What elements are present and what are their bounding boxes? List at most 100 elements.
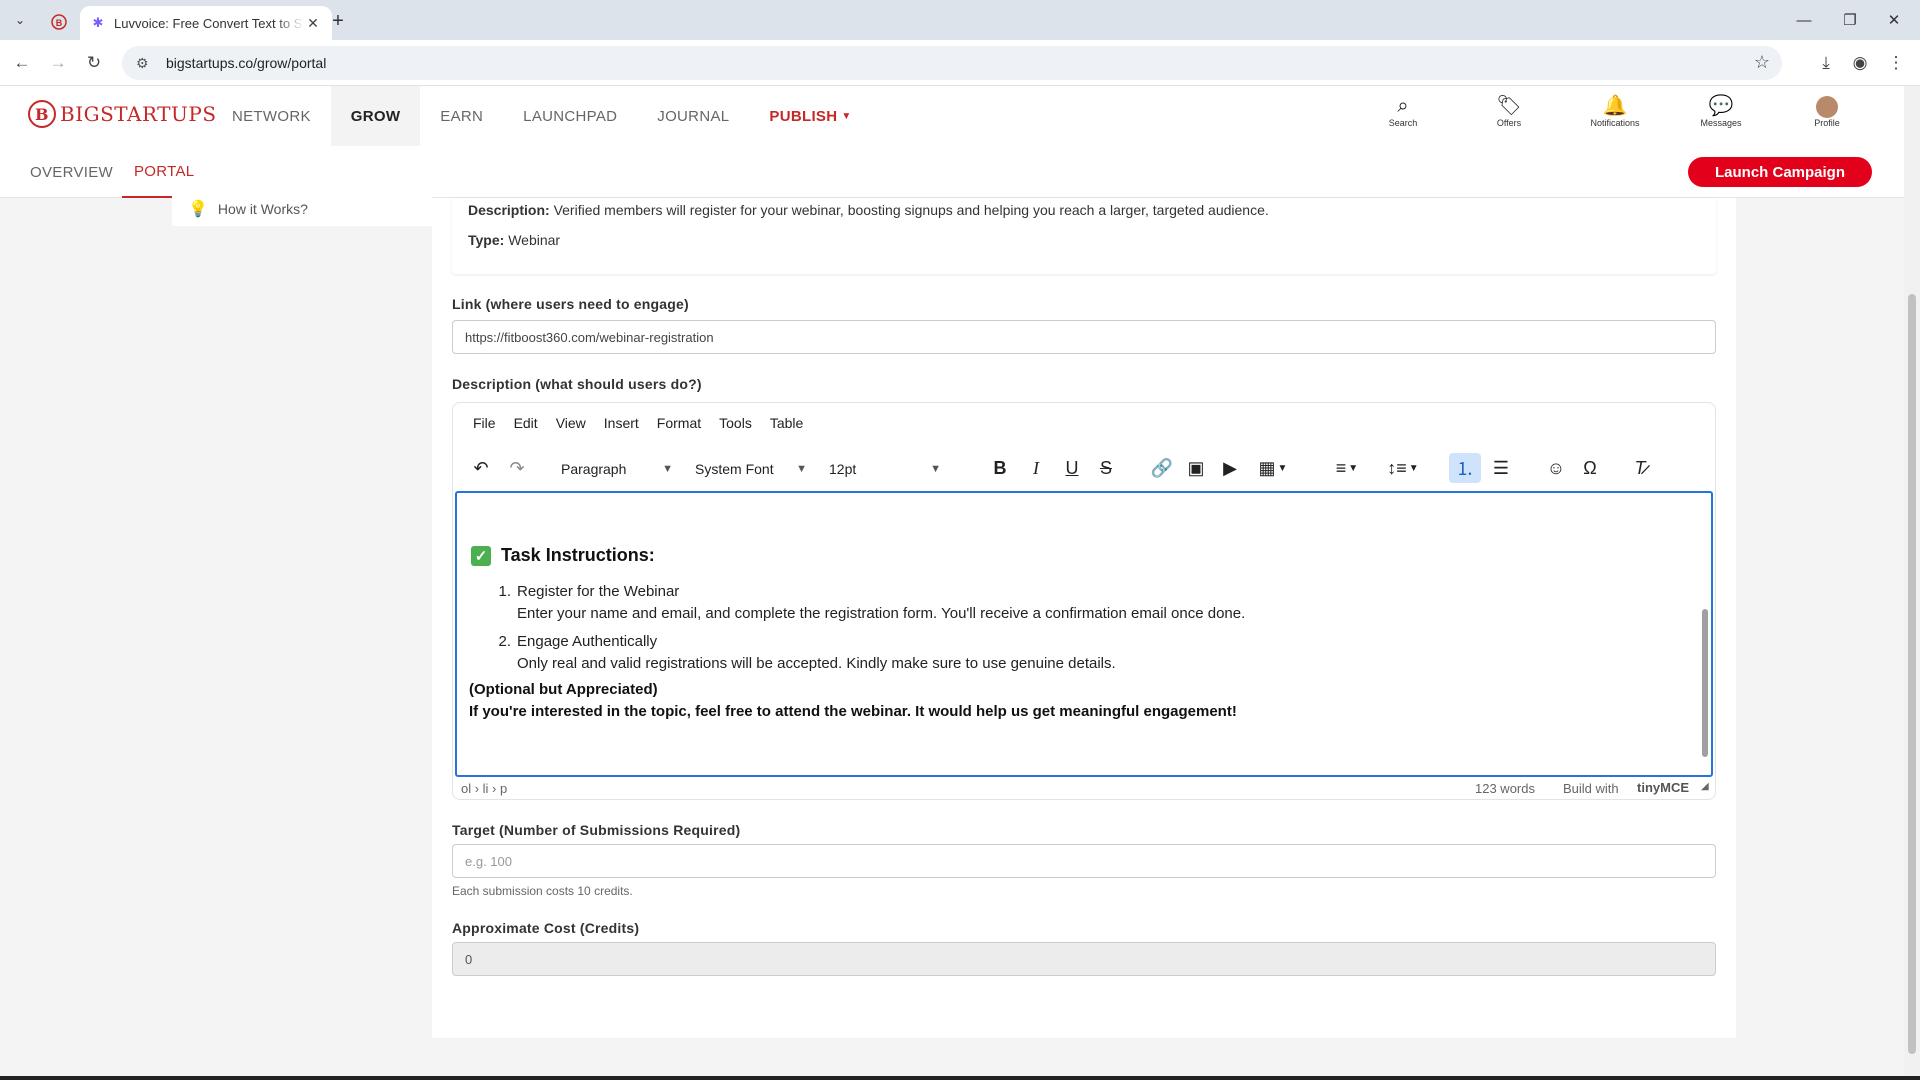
list-item-detail: Only real and valid registrations will b… (517, 655, 1116, 672)
site-info-icon[interactable]: ⚙ (136, 55, 156, 72)
menu-format[interactable]: Format (657, 415, 701, 431)
site-logo[interactable]: B BIGSTARTUPS (28, 100, 217, 128)
nav-earn[interactable]: EARN (420, 86, 503, 146)
sidebar-item-how-it-works[interactable]: 💡 How it Works? (172, 192, 432, 226)
messages-button[interactable]: 💬 Messages (1668, 94, 1774, 128)
nav-journal[interactable]: JOURNAL (637, 86, 749, 146)
url-field[interactable]: ⚙ bigstartups.co/grow/portal ☆ (122, 46, 1782, 80)
download-icon[interactable]: ⤓ (1814, 51, 1838, 75)
description-value: Verified members will register for your … (553, 202, 1269, 218)
logo-text: BIGSTARTUPS (60, 102, 217, 126)
description-key: Description: (468, 202, 550, 218)
editor-scrollbar[interactable] (1701, 497, 1709, 773)
media-icon[interactable]: ▶ (1215, 453, 1245, 483)
undo-icon[interactable]: ↶ (467, 453, 495, 483)
nav-publish[interactable]: PUBLISH ▼ (749, 86, 871, 146)
bold-icon[interactable]: B (985, 453, 1015, 483)
search-icon: ⌕ (1397, 95, 1409, 117)
bookmark-star-icon[interactable]: ☆ (1754, 52, 1770, 73)
align-icon[interactable]: ≡ ▼ (1325, 453, 1369, 483)
tab-title: Luvvoice: Free Convert Text to S (114, 15, 303, 31)
menu-view[interactable]: View (556, 415, 586, 431)
optional-text: If you're interested in the topic, feel … (469, 703, 1237, 720)
account-icon[interactable]: ◉ (1848, 51, 1872, 75)
list-item-title: Engage Authentically (517, 633, 658, 650)
image-icon[interactable]: ▣ (1181, 453, 1211, 483)
new-tab-icon[interactable]: + (326, 9, 350, 33)
cost-field: 0 (452, 942, 1716, 976)
target-input[interactable]: e.g. 100 (452, 844, 1716, 878)
chevron-down-icon: ▼ (662, 463, 673, 475)
font-family-value: System Font (695, 461, 774, 477)
chat-icon: 💬 (1708, 95, 1734, 117)
avatar (1816, 94, 1838, 118)
target-label: Target (Number of Submissions Required) (452, 822, 741, 838)
redo-icon[interactable]: ↷ (503, 453, 531, 483)
editor-scrollbar-thumb[interactable] (1702, 609, 1708, 757)
close-tab-icon[interactable]: ✕ (304, 15, 322, 32)
reload-icon[interactable]: ↻ (82, 51, 106, 75)
sub-nav: OVERVIEW PORTAL Launch Campaign (0, 146, 1904, 198)
nav-launchpad[interactable]: LAUNCHPAD (503, 86, 637, 146)
menu-table[interactable]: Table (770, 415, 803, 431)
table-icon[interactable]: ▦ ▼ (1251, 453, 1295, 483)
bell-icon: 🔔 (1602, 95, 1628, 117)
line-height-icon[interactable]: ↕≡ ▼ (1381, 453, 1425, 483)
block-format-select[interactable]: Paragraph ▼ (553, 455, 677, 483)
link-icon[interactable]: 🔗 (1147, 453, 1177, 483)
url-text: bigstartups.co/grow/portal (166, 55, 327, 71)
tab-portal[interactable]: PORTAL (122, 146, 207, 198)
offers-label: Offers (1496, 118, 1522, 128)
profile-button[interactable]: Profile (1774, 94, 1880, 128)
task-heading: ✓ Task Instructions: (471, 545, 655, 566)
profile-label: Profile (1814, 118, 1840, 128)
header-icons: ⌕ Search 🏷 Offers 🔔 Notifications 💬 Messages… (1350, 94, 1880, 128)
back-icon[interactable]: ← (10, 51, 34, 75)
forward-icon[interactable]: → (46, 51, 70, 75)
element-path[interactable]: ol › li › p (461, 781, 507, 796)
editor-content-area[interactable]: ✓ Task Instructions: 1. Register for the … (455, 491, 1713, 777)
font-size-select[interactable]: 12pt ▼ (821, 455, 945, 483)
search-button[interactable]: ⌕ Search (1350, 94, 1456, 128)
type-line: Type: Webinar (468, 232, 560, 248)
menu-file[interactable]: File (473, 415, 496, 431)
bigstartups-favicon-icon: B (51, 14, 67, 30)
resize-handle-icon[interactable]: ◢ (1701, 781, 1709, 792)
active-tab[interactable]: ✱ Luvvoice: Free Convert Text to S ✕ (80, 6, 332, 40)
tinymce-brand[interactable]: tinyMCE (1637, 780, 1689, 795)
menu-tools[interactable]: Tools (719, 415, 752, 431)
launch-campaign-button[interactable]: Launch Campaign (1688, 157, 1872, 187)
lightbulb-icon: 💡 (188, 201, 208, 218)
menu-kebab-icon[interactable]: ⋮ (1884, 51, 1908, 75)
nav-grow[interactable]: GROW (330, 86, 421, 146)
campaign-form-panel: Description: Verified members will regis… (432, 198, 1736, 1038)
menu-insert[interactable]: Insert (604, 415, 639, 431)
bullet-list-icon[interactable]: ☰ (1485, 453, 1517, 483)
nav-network[interactable]: NETWORK (212, 86, 331, 146)
menu-edit[interactable]: Edit (514, 415, 538, 431)
font-family-select[interactable]: System Font ▼ (687, 455, 811, 483)
type-key: Type: (468, 232, 505, 248)
tab-search-dropdown-icon[interactable]: ⌄ (8, 8, 32, 32)
italic-icon[interactable]: I (1021, 453, 1051, 483)
offers-button[interactable]: 🏷 Offers (1456, 94, 1562, 128)
word-count[interactable]: 123 words (1475, 781, 1535, 796)
browser-tab-bar: ⌄ B ✱ Luvvoice: Free Convert Text to S ✕… (0, 0, 1920, 40)
underline-icon[interactable]: U (1057, 453, 1087, 483)
emoji-icon[interactable]: ☺ (1541, 453, 1571, 483)
tab-overview[interactable]: OVERVIEW (30, 146, 113, 198)
cost-label: Approximate Cost (Credits) (452, 920, 640, 936)
chevron-down-icon: ▼ (796, 463, 807, 475)
strikethrough-icon[interactable]: S (1091, 453, 1121, 483)
pinned-tab[interactable]: B (44, 8, 74, 36)
luvvoice-favicon-icon: ✱ (92, 15, 104, 30)
page-scrollbar-thumb[interactable] (1908, 294, 1916, 1054)
notifications-button[interactable]: 🔔 Notifications (1562, 94, 1668, 128)
close-window-icon[interactable]: ✕ (1866, 0, 1920, 40)
link-input[interactable]: https://fitboost360.com/webinar-registra… (452, 320, 1716, 354)
numbered-list-icon[interactable]: ⒈ (1449, 453, 1481, 483)
special-char-icon[interactable]: Ω (1575, 453, 1605, 483)
clear-format-icon[interactable]: T̷ (1625, 453, 1655, 483)
description-label: Description (what should users do?) (452, 376, 702, 392)
page-scrollbar[interactable] (1904, 86, 1920, 1080)
